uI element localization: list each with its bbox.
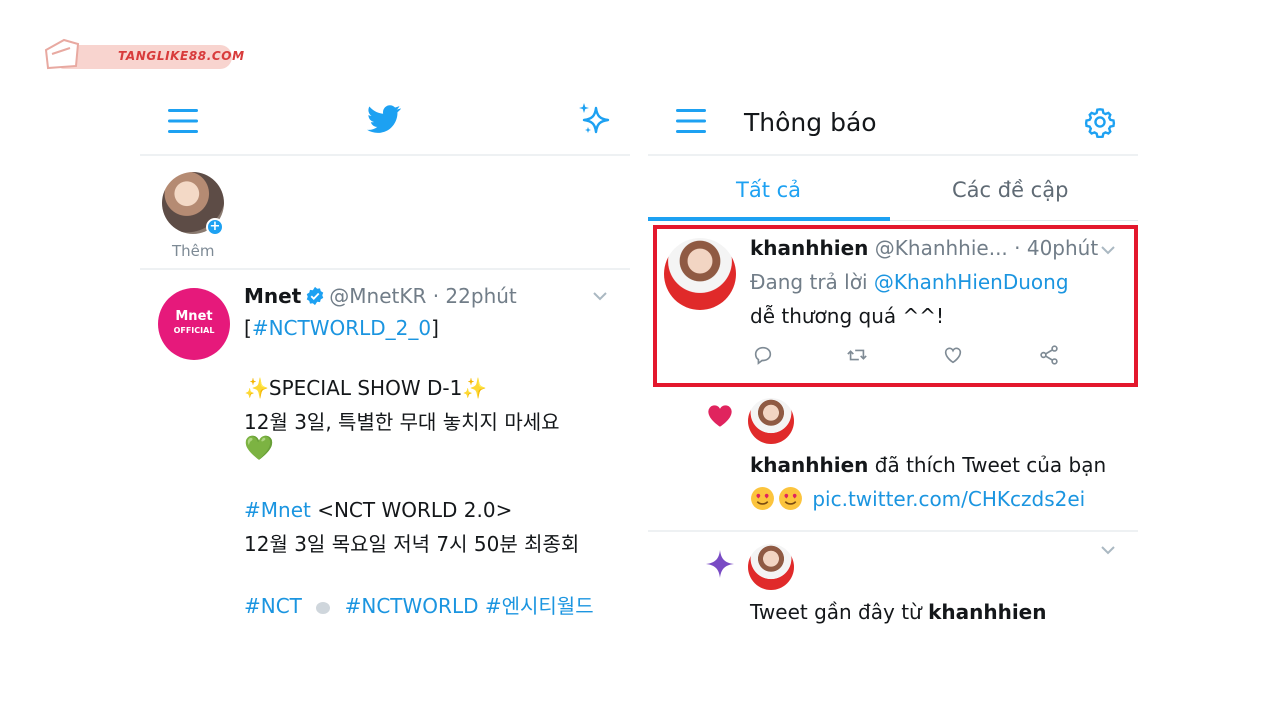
active-tab-indicator xyxy=(648,217,890,221)
page-title: Thông báo xyxy=(744,108,877,137)
special-show-text: SPECIAL SHOW D-1 xyxy=(268,376,463,400)
logo-text: TANGLIKE88.COM xyxy=(118,49,245,63)
mnet-hashtag-link[interactable]: #Mnet xyxy=(244,498,311,522)
like-notification-text: khanhhien đã thích Tweet của bạn xyxy=(750,453,1106,477)
liked-tweet-preview: pic.twitter.com/CHKczds2ei xyxy=(750,486,1085,512)
home-timeline-panel: + Thêm Mnet OFFICIAL Mnet @MnetKR · 22phú… xyxy=(140,90,630,625)
tab-mentions[interactable]: Các đề cập xyxy=(952,178,1068,202)
heart-eyes-emoji-icon xyxy=(779,487,802,510)
tweet-header: Mnet @MnetKR · 22phút xyxy=(244,284,517,308)
twitter-bird-icon[interactable] xyxy=(365,102,403,136)
header-divider xyxy=(648,154,1138,156)
chevron-down-icon[interactable] xyxy=(1100,544,1116,556)
nctworld-hashtag-link[interactable]: #NCTWORLD xyxy=(345,594,479,618)
heart-eyes-emoji-icon xyxy=(751,487,774,510)
hashflag-icon xyxy=(316,602,331,614)
heart-icon xyxy=(708,405,732,427)
tweet-line-hashtag: [#NCTWORLD_2_0] xyxy=(244,316,439,340)
like-author-name[interactable]: khanhhien xyxy=(750,453,868,477)
sparkles-emoji-icon: ✨ xyxy=(244,376,269,400)
highlight-box xyxy=(653,225,1138,387)
tab-all[interactable]: Tất cả xyxy=(736,178,801,202)
tweet-handle-time: @MnetKR · 22phút xyxy=(329,284,517,308)
green-heart-emoji-icon: 💚 xyxy=(244,434,274,462)
like-notification-avatar[interactable] xyxy=(748,398,794,444)
korean-hashtag-link[interactable]: #엔시티월드 xyxy=(485,594,594,618)
verified-badge-icon xyxy=(307,286,324,306)
recent-tweet-text: Tweet gần đây từ khanhhien xyxy=(750,600,1047,624)
sparkle-star-icon xyxy=(706,550,734,578)
like-action-text: đã thích Tweet của bạn xyxy=(868,453,1107,477)
tweet-line-korean-2: 12월 3일 목요일 저녁 7시 50분 최종회 xyxy=(244,532,580,556)
sparkles-emoji-icon: ✨ xyxy=(462,376,488,400)
chevron-down-icon[interactable] xyxy=(592,290,608,302)
menu-icon[interactable] xyxy=(166,106,200,136)
show-title: <NCT WORLD 2.0> xyxy=(310,498,513,522)
notifications-panel: Thông báo Tất cả Các đề cập khanhhien @K… xyxy=(648,90,1138,625)
bracket-open: [ xyxy=(244,316,252,340)
tweet-line-show: #Mnet <NCT WORLD 2.0> xyxy=(244,498,512,522)
header-divider xyxy=(140,154,630,156)
tweet-line-korean-1: 12월 3일, 특별한 무대 놓치지 마세요 xyxy=(244,410,560,434)
tweet-author-name[interactable]: Mnet xyxy=(244,284,301,308)
recent-prefix: Tweet gần đây từ xyxy=(750,600,929,624)
tweet-line-tags: #NCT #NCTWORLD #엔시티월드 xyxy=(244,590,594,619)
fleet-add-label: Thêm xyxy=(172,242,215,260)
notification-divider xyxy=(648,530,1138,532)
fleet-divider xyxy=(140,268,630,270)
tweet-line-special: ✨SPECIAL SHOW D-1✨ xyxy=(244,376,487,400)
sparkle-icon[interactable] xyxy=(576,100,614,138)
site-logo: TANGLIKE88.COM xyxy=(38,32,244,72)
tweet-line-heart: 💚 xyxy=(244,434,274,462)
pic-link[interactable]: pic.twitter.com/CHKczds2ei xyxy=(812,487,1085,511)
gear-icon[interactable] xyxy=(1084,106,1116,138)
nct-hashtag-link[interactable]: #NCT xyxy=(244,594,302,618)
menu-icon[interactable] xyxy=(674,106,708,136)
add-fleet-icon[interactable]: + xyxy=(206,218,224,236)
avatar-logo-text: Mnet xyxy=(175,309,213,324)
hashtag-link[interactable]: #NCTWORLD_2_0 xyxy=(252,316,431,340)
recent-notification-avatar[interactable] xyxy=(748,544,794,590)
recent-author-name[interactable]: khanhhien xyxy=(928,600,1046,624)
logo-mark-icon xyxy=(44,38,80,70)
bracket-close: ] xyxy=(431,316,439,340)
avatar-logo-subtext: OFFICIAL xyxy=(173,326,215,335)
tweet-author-avatar[interactable]: Mnet OFFICIAL xyxy=(158,288,230,360)
